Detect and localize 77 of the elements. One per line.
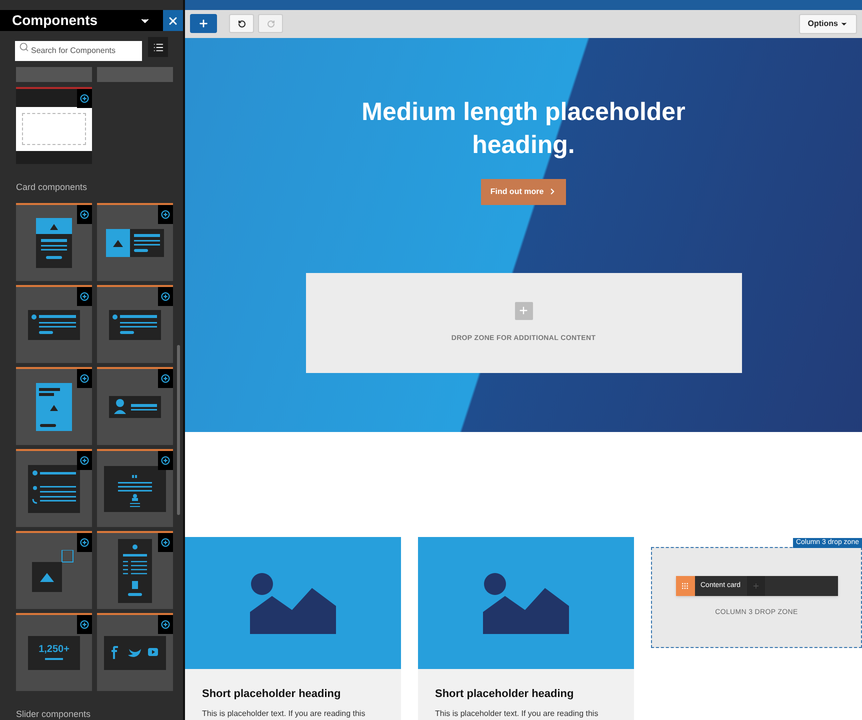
add-icon (198, 18, 209, 30)
component-tile[interactable] (16, 67, 92, 82)
add-icon (161, 538, 170, 546)
component-tile[interactable]: 1,250+ (16, 612, 92, 690)
add-component-button[interactable] (77, 368, 92, 388)
section-heading: Slider components (16, 708, 92, 720)
drag-handle-icon[interactable] (681, 582, 689, 590)
card-layout-drawing (32, 550, 76, 592)
plus-icon (518, 305, 529, 316)
add-component-button[interactable] (77, 614, 92, 634)
add-icon (80, 620, 89, 628)
redo-icon (266, 20, 274, 28)
component-tile[interactable] (97, 530, 173, 608)
add-icon (80, 456, 89, 464)
add-component-button[interactable] (77, 450, 92, 470)
card-layout-drawing (28, 310, 80, 340)
add-component-button[interactable] (77, 204, 92, 224)
undo-icon (238, 20, 246, 28)
card-layout-drawing (28, 464, 80, 512)
add-component-button[interactable] (158, 532, 173, 552)
search-icon (19, 42, 29, 52)
card-layout-drawing (36, 218, 72, 268)
add-icon (80, 374, 89, 382)
add-component-button[interactable] (158, 614, 173, 634)
list-view-button[interactable] (148, 37, 168, 57)
scrollbar[interactable] (177, 345, 180, 515)
social-links-drawing (104, 636, 166, 670)
component-tile[interactable] (16, 284, 92, 362)
undo-button[interactable] (229, 14, 254, 34)
component-tile[interactable] (16, 202, 92, 280)
component-tile[interactable] (97, 284, 173, 362)
card-text: This is placeholder text. If you are reading this (201, 708, 366, 720)
add-component-button[interactable] (77, 89, 92, 108)
close-button[interactable] (163, 10, 183, 31)
card-layout-drawing (104, 466, 166, 512)
search-field[interactable]: Search for Components (15, 40, 142, 60)
add-component-button[interactable] (158, 450, 173, 470)
add-icon (80, 292, 89, 300)
component-tile[interactable] (97, 612, 173, 690)
add-component-button[interactable] (158, 286, 173, 306)
close-icon (167, 14, 179, 26)
add-component-button[interactable] (158, 204, 173, 224)
card-layout-drawing (109, 310, 161, 340)
card-layout-drawing (36, 382, 72, 430)
card-text: This is placeholder text. If you are reading this (434, 708, 600, 720)
add-icon (161, 210, 170, 218)
add-component-button[interactable] (77, 532, 92, 552)
add-icon (80, 94, 89, 103)
stat-number: 1,250+ (38, 645, 70, 655)
card-layout-drawing (109, 396, 161, 418)
component-tile[interactable] (16, 87, 92, 164)
component-tile[interactable] (97, 366, 173, 444)
add-icon (161, 292, 170, 300)
options-button[interactable]: Options (798, 14, 857, 34)
component-tile[interactable] (16, 448, 92, 526)
add-icon (80, 210, 89, 218)
image-placeholder-icon (250, 572, 336, 634)
card-layout-drawing (106, 228, 164, 256)
add-component-button[interactable] (77, 286, 92, 306)
add-icon (161, 374, 170, 382)
add-icon (80, 538, 89, 546)
sidebar-title: Components (12, 11, 98, 30)
card-layout-drawing (118, 538, 152, 602)
hero-heading: Medium length placeholder heading. (360, 96, 686, 161)
section-heading: Card components (16, 181, 88, 194)
image-placeholder-icon (483, 572, 569, 634)
add-component-button[interactable] (158, 368, 173, 388)
add-icon (161, 620, 170, 628)
component-tile[interactable] (97, 67, 173, 82)
component-tile[interactable] (16, 366, 92, 444)
card-heading: Short placeholder heading (201, 686, 342, 702)
component-tile[interactable] (16, 530, 92, 608)
card-heading: Short placeholder heading (434, 686, 575, 702)
component-tile[interactable] (97, 202, 173, 280)
component-tile[interactable] (97, 448, 173, 526)
add-button[interactable] (190, 14, 217, 34)
add-icon (161, 456, 170, 464)
